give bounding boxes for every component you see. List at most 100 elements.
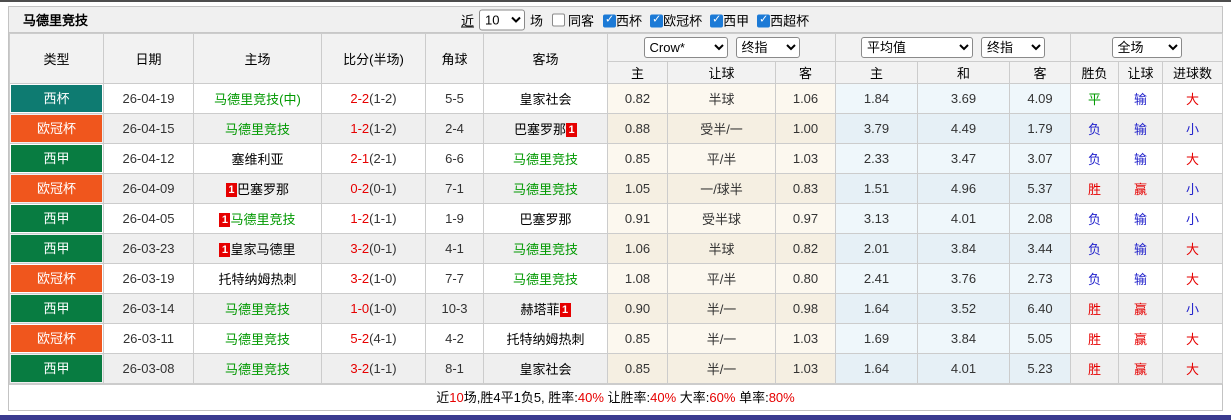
corner-count: 8-1 (425, 353, 484, 384)
match-score: 2-2(1-2) (321, 83, 426, 114)
odds-away: 0.97 (775, 203, 836, 234)
result-handicap: 赢 (1118, 353, 1164, 384)
summary-stat-value: 60% (709, 390, 736, 405)
match-league: 欧冠杯 (9, 263, 104, 294)
col-header-avg-home: 主 (835, 61, 918, 84)
home-team-name: 马德里竞技(中) (214, 92, 301, 107)
match-history-panel: 马德里竞技 近 10 场 同客 西杯欧冠杯西甲西超杯 类型 日期 主场 比分(半… (8, 6, 1224, 411)
league-filter-checkbox[interactable] (650, 12, 664, 27)
match-score: 2-1(2-1) (321, 143, 426, 174)
away-team-name: 皇家社会 (519, 92, 572, 107)
summary-stat-value: 40% (577, 390, 604, 405)
result-wdl: 负 (1070, 203, 1120, 234)
fulltime-score: 5-2 (350, 331, 370, 346)
home-team-name: 马德里竞技 (224, 122, 290, 137)
result-goals: 小 (1162, 173, 1224, 204)
avg-draw: 4.01 (917, 203, 1010, 234)
match-league: 西杯 (9, 83, 104, 114)
col-header-score: 比分(半场) (321, 33, 426, 84)
scope-selector-cell: 全场 (1070, 33, 1224, 62)
col-header-corner: 角球 (425, 33, 484, 84)
match-league: 西甲 (9, 353, 104, 384)
result-handicap: 输 (1118, 143, 1164, 174)
odds-stage-select[interactable]: 终指 (735, 37, 800, 58)
average-stage-select[interactable]: 终指 (981, 37, 1045, 58)
away-team: 皇家社会 (483, 353, 608, 384)
away-team-name: 巴塞罗那 (519, 212, 572, 227)
avg-away: 5.23 (1008, 353, 1072, 384)
summary-text: 场,胜4平1负5, 胜率: (463, 390, 578, 405)
handicap: 平/半 (667, 143, 776, 174)
league-badge: 欧冠杯 (11, 325, 102, 352)
avg-home: 1.51 (835, 173, 918, 204)
fulltime-score: 0-2 (350, 181, 370, 196)
halftime-score: (1-2) (369, 121, 397, 136)
result-handicap: 输 (1118, 203, 1164, 234)
away-team-name: 马德里竞技 (512, 182, 578, 197)
record-summary: 近10场,胜4平1负5, 胜率:40% 让胜率:40% 大率:60% 单率:80… (9, 384, 1222, 410)
home-team: 托特纳姆热刺 (193, 263, 322, 294)
panel-titlebar: 马德里竞技 近 10 场 同客 西杯 欧冠杯 西甲 西超杯 (9, 7, 1222, 33)
match-history-table: 类型 日期 主场 比分(半场) 角球 客场 Crow* 终指 平均值 终指 全场… (9, 33, 1224, 384)
corner-count: 4-1 (425, 233, 484, 264)
halftime-score: (0-1) (369, 241, 397, 256)
odds-home: 0.85 (607, 323, 668, 354)
result-wdl: 负 (1070, 143, 1120, 174)
odds-away: 1.00 (775, 113, 836, 144)
league-filter-checkbox[interactable] (603, 12, 617, 27)
odds-company-select[interactable]: Crow* (643, 37, 728, 58)
result-wdl: 胜 (1070, 353, 1120, 384)
same-away-label: 同客 (568, 13, 595, 28)
league-filter-checkbox[interactable] (710, 12, 724, 27)
match-score: 1-2(1-1) (321, 203, 426, 234)
corner-count: 4-2 (425, 323, 484, 354)
fulltime-score: 2-1 (350, 151, 370, 166)
odds-home: 1.06 (607, 233, 668, 264)
home-team-name: 马德里竞技 (230, 212, 296, 227)
odds-home: 0.90 (607, 293, 668, 324)
home-team-name: 巴塞罗那 (236, 182, 289, 197)
avg-home: 3.13 (835, 203, 918, 234)
fulltime-score: 2-2 (350, 91, 370, 106)
col-header-away: 客场 (483, 33, 608, 84)
odds-away: 1.03 (775, 143, 836, 174)
match-date: 26-04-09 (103, 173, 194, 204)
result-goals: 大 (1162, 233, 1224, 264)
corner-count: 1-9 (425, 203, 484, 234)
match-row: 西甲 26-03-23 1 皇家马德里 3-2(0-1) 4-1 马德里竞技 1.06 半球 0.… (9, 233, 1224, 264)
league-badge: 西甲 (11, 295, 102, 322)
handicap: 平/半 (667, 263, 776, 294)
scope-select[interactable]: 全场 (1111, 37, 1182, 58)
red-card-badge: 1 (219, 213, 231, 227)
odds-away: 1.06 (775, 83, 836, 114)
league-filter-group: 西杯 欧冠杯 西甲 西超杯 (597, 10, 811, 29)
avg-away: 2.08 (1008, 203, 1072, 234)
odds-home: 0.88 (607, 113, 668, 144)
handicap: 受半球 (667, 203, 776, 234)
recent-count-select[interactable]: 10 (479, 9, 526, 30)
home-team: 1 皇家马德里 (193, 233, 322, 264)
match-league: 欧冠杯 (9, 323, 104, 354)
average-select[interactable]: 平均值 (861, 37, 973, 58)
halftime-score: (1-0) (369, 271, 397, 286)
handicap: 半球 (667, 233, 776, 264)
avg-draw: 3.76 (917, 263, 1010, 294)
away-team-name: 皇家社会 (519, 362, 572, 377)
league-filter-checkbox[interactable] (757, 12, 771, 27)
match-league: 欧冠杯 (9, 113, 104, 144)
odds-selector-cell: Crow* 终指 (607, 33, 836, 62)
handicap: 半/一 (667, 323, 776, 354)
recent-link[interactable]: 近 (461, 10, 474, 29)
same-away-checkbox[interactable] (552, 13, 566, 26)
away-team: 托特纳姆热刺 (483, 323, 608, 354)
away-team: 皇家社会 (483, 83, 608, 114)
away-team-name: 马德里竞技 (512, 152, 578, 167)
home-team-name: 马德里竞技 (224, 362, 290, 377)
odds-away: 1.03 (775, 353, 836, 384)
result-wdl: 胜 (1070, 173, 1120, 204)
corner-count: 5-5 (425, 83, 484, 114)
away-team-name: 赫塔菲 (520, 302, 560, 317)
fulltime-score: 3-2 (350, 361, 370, 376)
match-row: 欧冠杯 26-04-15 马德里竞技 1-2(1-2) 2-4 巴塞罗那 1 0.88 受半/一… (9, 113, 1224, 144)
league-badge: 西甲 (11, 145, 102, 172)
